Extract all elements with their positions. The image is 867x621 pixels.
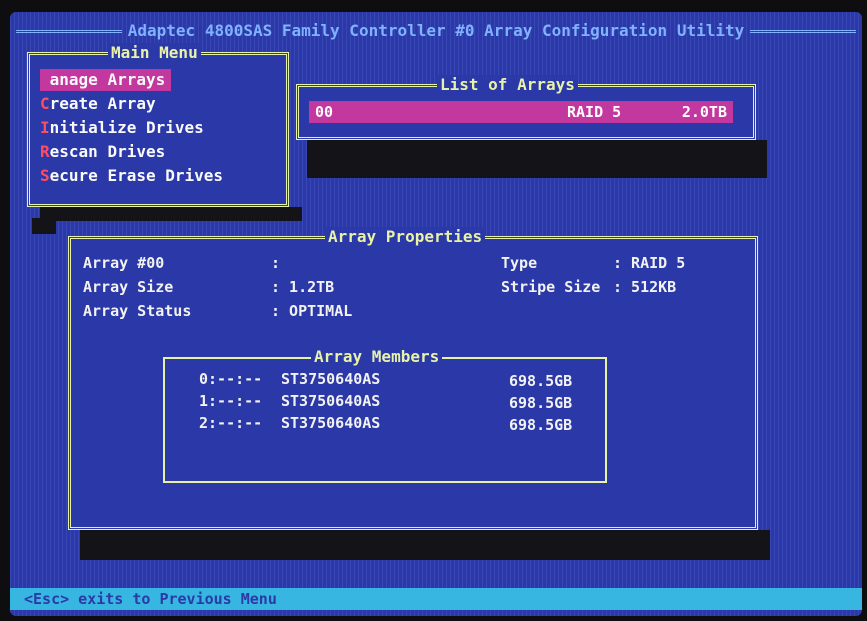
member-slot: 2:--:-- <box>199 414 263 432</box>
hotkey-letter: I <box>40 118 50 137</box>
array-number-label: Array #00 <box>83 254 165 272</box>
main-menu-title: Main Menu <box>108 43 201 63</box>
member-capacity: 698.5GB <box>509 372 573 390</box>
menu-item-label: reate Array <box>49 94 156 113</box>
member-slot: 0:--:-- <box>199 370 263 388</box>
utility-title: Adaptec 4800SAS Family Controller #0 Arr… <box>127 21 745 40</box>
status-bar: <Esc> exits to Previous Menu <box>10 588 862 610</box>
hotkey-letter: S <box>40 166 50 185</box>
array-members: Array Members 0:--:-- ST3750640AS 698.5G… <box>163 347 607 483</box>
member-model: ST3750640AS <box>281 414 381 432</box>
menu-item-initialize-drives[interactable]: Initialize Drives <box>40 117 210 139</box>
hotkey-letter: C <box>40 94 50 113</box>
list-of-arrays-title: List of Arrays <box>437 75 578 95</box>
arrays-shadow <box>307 140 767 178</box>
menu-item-label: nitialize Drives <box>49 118 204 137</box>
stripe-size-value: : 512KB <box>613 278 677 296</box>
array-row[interactable]: 00 RAID 5 2.0TB <box>309 101 733 123</box>
menu-item-label: anage Arrays <box>49 70 166 89</box>
menu-item-rescan-drives[interactable]: Rescan Drives <box>40 141 171 163</box>
list-of-arrays: List of Arrays 00 RAID 5 2.0TB <box>296 75 756 140</box>
title-bar: Adaptec 4800SAS Family Controller #0 Arr… <box>10 18 862 44</box>
type-value: : RAID 5 <box>613 254 686 272</box>
menu-item-manage-arrays[interactable]: Manage Arrays <box>40 69 172 91</box>
props-shadow <box>80 530 770 560</box>
member-capacity: 698.5GB <box>509 394 573 412</box>
member-capacity: 698.5GB <box>509 416 573 434</box>
array-raid-level: RAID 5 <box>567 103 622 121</box>
menu-item-label: ecure Erase Drives <box>49 166 224 185</box>
member-model: ST3750640AS <box>281 392 381 410</box>
menu-item-create-array[interactable]: Create Array <box>40 93 162 115</box>
array-id: 00 <box>315 103 334 121</box>
menu-item-label: escan Drives <box>49 142 166 161</box>
bios-screen: Adaptec 4800SAS Family Controller #0 Arr… <box>10 12 862 616</box>
array-size-label: Array Size <box>83 278 174 296</box>
member-slot: 1:--:-- <box>199 392 263 410</box>
array-status-label: Array Status <box>83 302 192 320</box>
array-number-separator: : <box>271 254 281 272</box>
hotkey-letter: R <box>40 142 50 161</box>
type-label: Type <box>501 254 538 272</box>
array-members-title: Array Members <box>311 347 443 367</box>
menu-item-secure-erase-drives[interactable]: Secure Erase Drives <box>40 165 229 187</box>
array-size: 2.0TB <box>681 103 727 121</box>
member-model: ST3750640AS <box>281 370 381 388</box>
props-side-shadow <box>32 218 56 234</box>
menu-shadow <box>40 207 302 221</box>
hotkey-letter: M <box>40 70 50 89</box>
title-rule-left <box>16 29 122 33</box>
array-size-value: : 1.2TB <box>271 278 335 296</box>
main-menu: Main Menu Manage Arrays Create Array Ini… <box>27 43 289 207</box>
title-rule-right <box>750 29 856 33</box>
stripe-size-label: Stripe Size <box>501 278 601 296</box>
array-properties: Array Properties Array #00 : Array Size … <box>68 227 758 530</box>
array-status-value: : OPTIMAL <box>271 302 353 320</box>
array-properties-title: Array Properties <box>325 227 486 247</box>
